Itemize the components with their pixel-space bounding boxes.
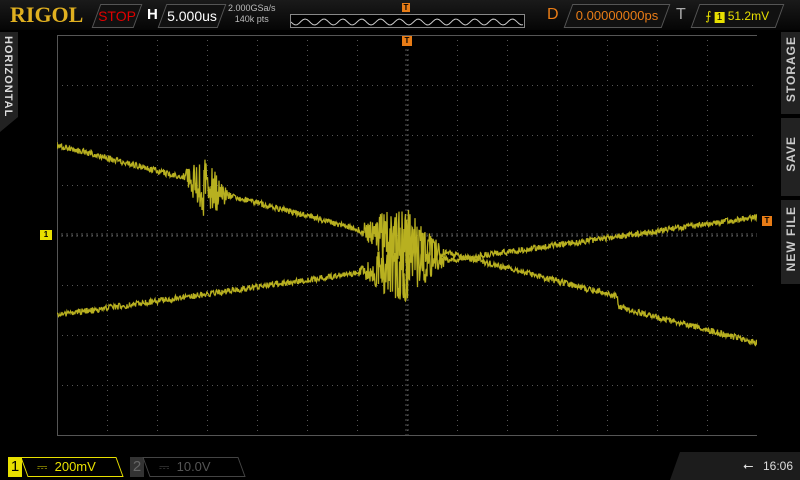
waveform-grid — [57, 35, 757, 436]
ch1-scale-value: 200mV — [54, 459, 96, 474]
storage-softkey[interactable]: STORAGE — [781, 32, 800, 114]
run-stop-status[interactable]: STOP — [91, 4, 143, 28]
ch1-button[interactable]: 1 — [8, 457, 22, 477]
acquisition-info: 2.000GSa/s 140k pts — [228, 3, 276, 25]
ch1-scale-text: ⎓ 200mV — [25, 458, 119, 476]
timebase-value: 5.000us — [167, 8, 217, 24]
run-state-text: STOP — [98, 8, 136, 24]
trigger-position-marker[interactable]: T — [402, 36, 412, 46]
timebase-display[interactable]: 5.000us — [157, 4, 227, 28]
delay-display[interactable]: 0.00000000ps — [563, 4, 671, 28]
trigger-level: 51.2mV — [727, 9, 770, 23]
sample-rate: 2.000GSa/s — [228, 3, 276, 13]
ch1-offset-marker[interactable]: 1 — [40, 230, 52, 240]
rigol-logo: RIGOL — [10, 2, 84, 27]
horizontal-label: H — [147, 6, 158, 23]
ch2-scale-text: ⎓ 10.0V — [147, 458, 241, 476]
waveform-navigator[interactable] — [290, 14, 525, 28]
trigger-label: T — [676, 6, 686, 23]
horizontal-menu-tab[interactable]: HORIZONTAL — [0, 32, 18, 132]
storage-label: STORAGE — [784, 36, 798, 103]
ch2-button[interactable]: 2 — [130, 457, 144, 477]
save-softkey[interactable]: SAVE — [781, 118, 800, 196]
delay-value: 0.00000000ps — [575, 8, 659, 23]
trigger-display[interactable]: ⨍ 1 51.2mV — [690, 4, 785, 29]
clock: 16:06 — [763, 459, 794, 473]
usb-icon: ⭠ — [743, 458, 754, 473]
memory-depth: 140k pts — [234, 14, 269, 24]
ch2-scale[interactable]: ⎓ 10.0V — [142, 457, 246, 477]
ch2-scale-value: 10.0V — [176, 459, 211, 474]
ch1-scale[interactable]: ⎓ 200mV — [20, 457, 124, 477]
trigger-position-marker-top: T — [402, 3, 410, 12]
rising-edge-icon: ⨍ — [705, 9, 712, 23]
new-file-softkey[interactable]: NEW FILE — [781, 200, 800, 284]
delay-label: D — [547, 6, 559, 23]
trigger-info: ⨍ 1 51.2mV — [696, 5, 779, 29]
horizontal-tab-label: HORIZONTAL — [2, 36, 14, 118]
dc-coupling-icon: ⎓ — [159, 459, 170, 474]
save-label: SAVE — [784, 136, 798, 172]
new-file-label: NEW FILE — [784, 206, 798, 272]
trigger-source: 1 — [714, 12, 725, 23]
trigger-level-marker[interactable]: T — [762, 216, 772, 226]
dc-coupling-icon: ⎓ — [37, 459, 48, 474]
